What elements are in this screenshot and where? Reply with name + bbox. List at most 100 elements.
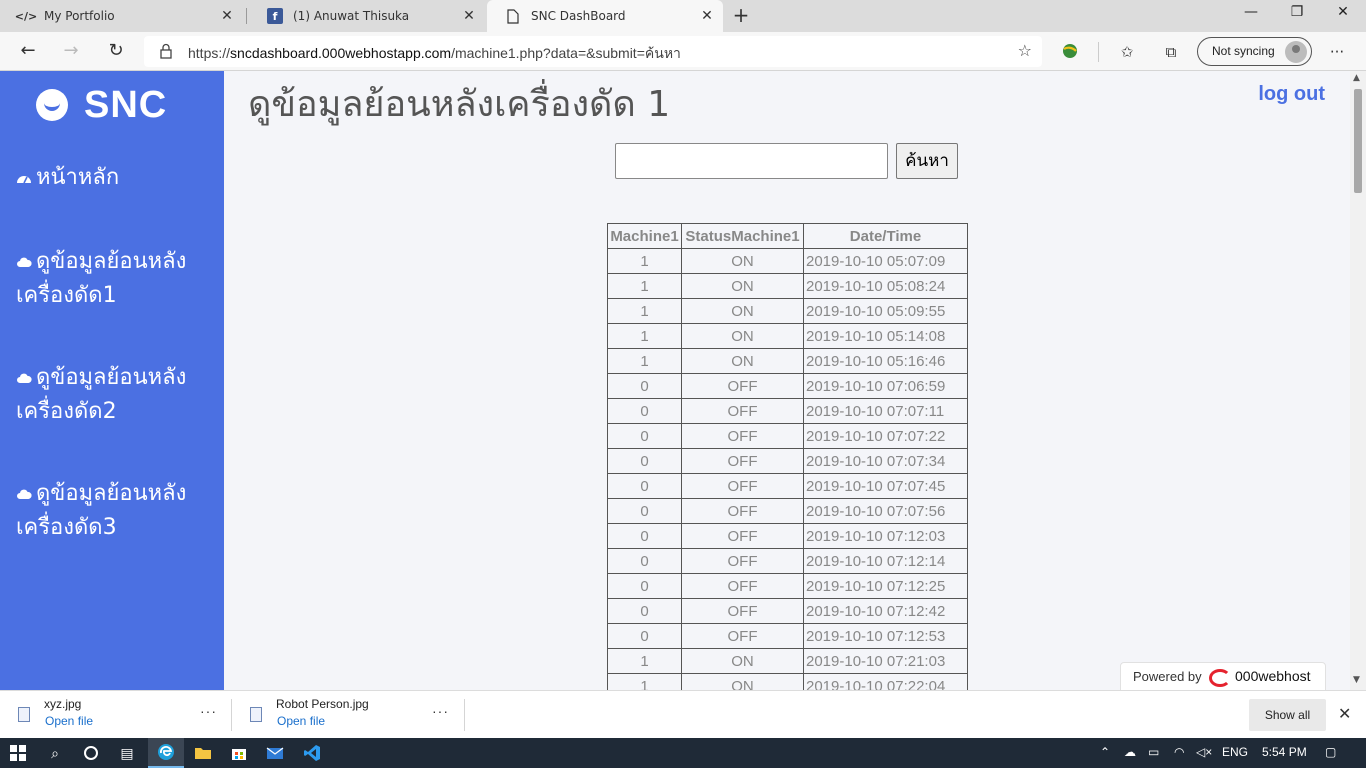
close-icon[interactable]: ✕ [461, 8, 477, 24]
extension-icon[interactable] [1060, 42, 1080, 62]
close-icon[interactable]: ✕ [1338, 704, 1351, 724]
powered-by-label: Powered by [1133, 669, 1202, 684]
open-file-link[interactable]: Open file [277, 714, 325, 728]
search-icon[interactable]: ⌕ [38, 738, 72, 768]
scroll-up-icon[interactable]: ▲ [1353, 73, 1360, 83]
cloud-icon [17, 373, 32, 383]
toolbar-divider [1098, 42, 1099, 62]
onedrive-icon[interactable]: ☁ [1124, 745, 1136, 759]
back-icon[interactable]: ← [14, 38, 42, 66]
store-icon[interactable] [222, 738, 256, 768]
network-icon[interactable]: ◠ [1174, 745, 1184, 759]
favorites-icon[interactable]: ✩ [1117, 42, 1137, 62]
status-cell: OFF [681, 448, 804, 474]
refresh-icon[interactable]: ↻ [102, 38, 130, 66]
more-menu-icon[interactable]: ··· [1327, 42, 1347, 62]
download-bar: xyz.jpg Open file ··· Robot Person.jpg O… [0, 690, 1366, 738]
url-path: /machine1.php?data=&submit=ค้นหา [451, 45, 681, 61]
url-host: sncdashboard.000webhostapp.com [230, 45, 452, 61]
sidebar: SNC หน้าหลัก ดูข้อมูลย้อนหลังเครื่องดัด1… [0, 71, 224, 690]
code-icon: </> [14, 9, 38, 23]
download-item[interactable]: Robot Person.jpg Open file ··· [232, 691, 464, 739]
table-body: 1 ON 2019-10-10 05:07:09 1 ON 2019-10-10 05:0… [607, 248, 968, 690]
powered-by-badge[interactable]: Powered by 000webhost [1120, 662, 1326, 690]
logout-link[interactable]: log out [1258, 83, 1325, 106]
web-page: SNC หน้าหลัก ดูข้อมูลย้อนหลังเครื่องดัด1… [0, 71, 1366, 690]
machine-value-cell: 0 [607, 573, 682, 599]
datetime-cell: 2019-10-10 07:12:42 [803, 598, 968, 624]
address-bar[interactable]: https://sncdashboard.000webhostapp.com/m… [144, 36, 1042, 67]
table-row: 0 OFF 2019-10-10 07:07:11 [607, 398, 968, 424]
search-input[interactable] [615, 143, 888, 179]
tab-separator [246, 8, 247, 24]
sidebar-item-machine2[interactable]: ดูข้อมูลย้อนหลังเครื่องดัด2 [16, 361, 216, 429]
status-cell: OFF [681, 373, 804, 399]
tab-my-portfolio[interactable]: </> My Portfolio ✕ [0, 0, 243, 32]
cortana-icon[interactable] [74, 738, 108, 768]
url-text[interactable]: https://sncdashboard.000webhostapp.com/m… [188, 43, 681, 65]
favorite-star-icon[interactable]: ☆ [1018, 41, 1032, 60]
task-view-icon[interactable]: ▤ [110, 738, 144, 768]
notifications-icon[interactable]: ▢ [1325, 745, 1336, 759]
datetime-cell: 2019-10-10 07:07:22 [803, 423, 968, 449]
forward-icon[interactable]: → [57, 38, 85, 66]
windows-start-icon[interactable] [0, 738, 36, 768]
minimize-icon[interactable]: — [1228, 2, 1274, 26]
window-close-icon[interactable]: ✕ [1320, 2, 1366, 26]
file-explorer-icon[interactable] [186, 738, 220, 768]
table-row: 0 OFF 2019-10-10 07:07:34 [607, 448, 968, 474]
more-options-icon[interactable]: ··· [432, 703, 449, 719]
page-icon [505, 8, 521, 24]
volume-muted-icon[interactable]: ◁× [1196, 745, 1212, 759]
datetime-cell: 2019-10-10 07:12:14 [803, 548, 968, 574]
scroll-thumb[interactable] [1354, 89, 1362, 193]
search-button[interactable]: ค้นหา [896, 143, 958, 179]
cloud-icon [17, 257, 32, 267]
machine-value-cell: 1 [607, 348, 682, 374]
table-row: 0 OFF 2019-10-10 07:07:45 [607, 473, 968, 499]
table-row: 1 ON 2019-10-10 05:08:24 [607, 273, 968, 299]
profile-sync-button[interactable]: Not syncing [1197, 37, 1312, 66]
restore-icon[interactable]: ❐ [1274, 2, 1320, 26]
status-cell: OFF [681, 473, 804, 499]
machine-value-cell: 0 [607, 423, 682, 449]
close-icon[interactable]: ✕ [219, 8, 235, 24]
url-prefix: https:// [188, 45, 231, 61]
datetime-cell: 2019-10-10 05:08:24 [803, 273, 968, 299]
tab-facebook[interactable]: f (1) Anuwat Thisuka ✕ [249, 0, 485, 32]
table-row: 0 OFF 2019-10-10 07:12:25 [607, 573, 968, 599]
tray-overflow-icon[interactable]: ⌃ [1100, 745, 1110, 759]
table-row: 1 ON 2019-10-10 05:14:08 [607, 323, 968, 349]
new-tab-button[interactable]: + [730, 4, 752, 28]
edge-browser-icon[interactable] [148, 738, 184, 768]
show-all-button[interactable]: Show all [1249, 699, 1326, 731]
datetime-cell: 2019-10-10 05:09:55 [803, 298, 968, 324]
mail-icon[interactable] [258, 738, 292, 768]
tab-snc-dashboard[interactable]: SNC DashBoard ✕ [487, 0, 723, 32]
sidebar-item-machine1[interactable]: ดูข้อมูลย้อนหลังเครื่องดัด1 [16, 245, 216, 313]
download-item[interactable]: xyz.jpg Open file ··· [0, 691, 230, 739]
language-indicator[interactable]: ENG [1222, 745, 1248, 759]
page-scrollbar[interactable]: ▲ ▼ [1350, 71, 1366, 690]
download-filename: xyz.jpg [44, 697, 82, 711]
sidebar-item-home[interactable]: หน้าหลัก [16, 161, 216, 195]
scroll-down-icon[interactable]: ▼ [1353, 675, 1360, 685]
datetime-cell: 2019-10-10 07:07:34 [803, 448, 968, 474]
avatar [1285, 41, 1307, 63]
clock[interactable]: 5:54 PM [1262, 745, 1307, 759]
machine-value-cell: 1 [607, 323, 682, 349]
close-icon[interactable]: ✕ [699, 8, 715, 24]
datetime-cell: 2019-10-10 07:12:53 [803, 623, 968, 649]
machine-value-cell: 0 [607, 473, 682, 499]
battery-icon[interactable]: ▭ [1148, 745, 1159, 759]
collections-icon[interactable]: ⧉ [1161, 42, 1181, 62]
sidebar-item-machine3[interactable]: ดูข้อมูลย้อนหลังเครื่องดัด3 [16, 477, 216, 545]
brand-logo[interactable]: SNC [36, 83, 167, 127]
datetime-cell: 2019-10-10 07:21:03 [803, 648, 968, 674]
more-options-icon[interactable]: ··· [200, 703, 217, 719]
table-row: 1 ON 2019-10-10 07:22:04 [607, 673, 968, 690]
open-file-link[interactable]: Open file [45, 714, 93, 728]
status-cell: OFF [681, 548, 804, 574]
vscode-icon[interactable] [294, 738, 330, 768]
status-cell: ON [681, 248, 804, 274]
